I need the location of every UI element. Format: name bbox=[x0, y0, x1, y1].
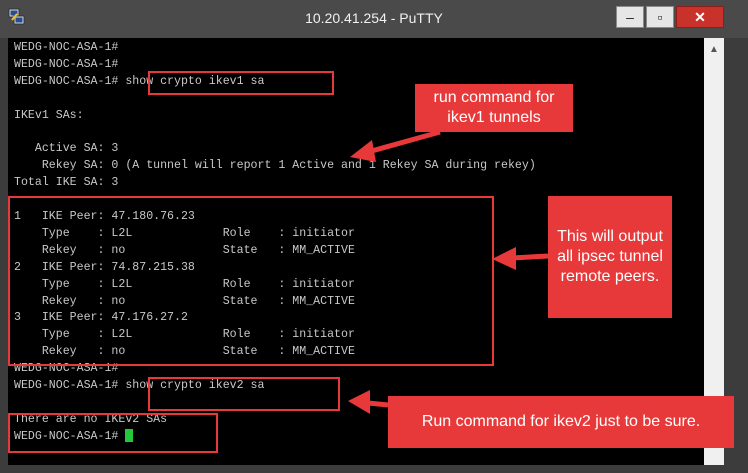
annotation-arrows bbox=[348, 129, 549, 414]
arrow-ikev2-head bbox=[348, 390, 370, 414]
arrow-ikev1 bbox=[367, 129, 441, 155]
arrow-peers-head bbox=[492, 247, 516, 270]
arrow-peers bbox=[511, 253, 549, 261]
arrow-ikev1-head bbox=[350, 140, 376, 162]
arrow-ikev2 bbox=[367, 400, 389, 408]
